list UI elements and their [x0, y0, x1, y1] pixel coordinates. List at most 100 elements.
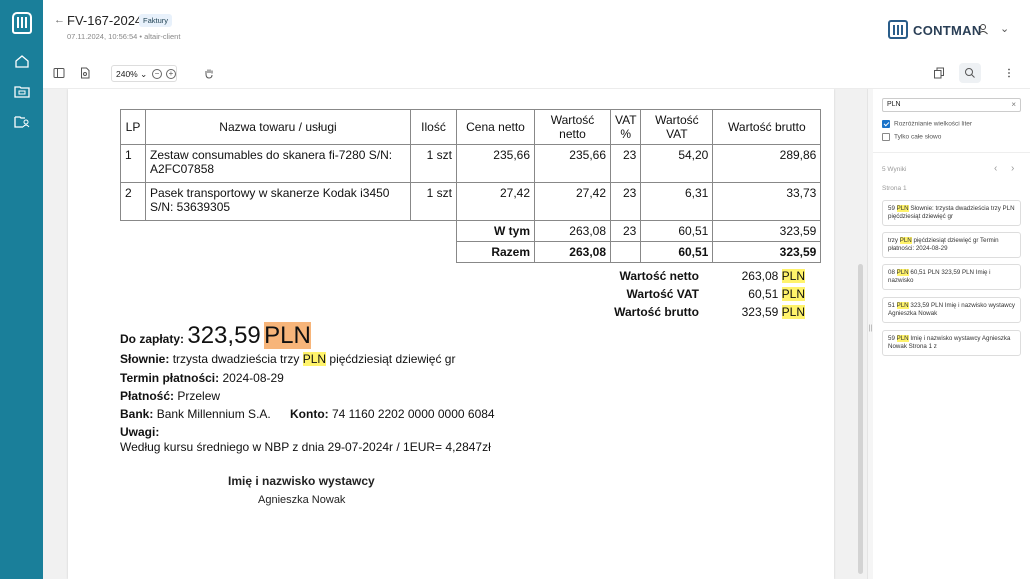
summary-label: Wartość brutto	[614, 305, 699, 319]
payment-method-line: Płatność: Przelew	[120, 389, 221, 403]
divider	[873, 152, 1030, 153]
more-options-icon[interactable]	[1003, 67, 1015, 79]
cell-price: 27,42	[456, 182, 535, 221]
search-panel: PLN × Rozróżnianie wielkości liter Tylko…	[873, 89, 1030, 579]
cell-qty: 1 szt	[410, 144, 457, 183]
app-rail	[0, 0, 43, 579]
copy-icon[interactable]	[933, 67, 945, 79]
viewer-scrollbar[interactable]	[858, 264, 863, 574]
document-page: LP Nazwa towaru / usługi Ilość Cena nett…	[68, 89, 834, 579]
cell-vat: 54,20	[640, 144, 714, 183]
summary-label: Wartość VAT	[626, 287, 699, 301]
app-logo-icon[interactable]	[12, 12, 32, 34]
search-result-item[interactable]: 59 PLN Słownie: trzysta dwadzieścia trzy…	[882, 200, 1021, 226]
col-header: Wartość netto	[534, 109, 611, 145]
case-sensitive-checkbox[interactable]: Rozróżnianie wielkości liter	[882, 120, 972, 128]
summary-label: Wartość netto	[619, 269, 699, 283]
hand-tool-icon[interactable]	[203, 67, 215, 79]
summary-vat-value: 60,51 PLN	[748, 287, 805, 301]
invoice-items-table: LP Nazwa towaru / usługi Ilość Cena nett…	[120, 109, 822, 263]
search-result-item[interactable]: trzy PLN pięćdziesiąt dziewięć gr Termin…	[882, 232, 1021, 258]
razem-row: Razem 263,08 60,51 323,59	[121, 241, 822, 263]
table-header-row: LP Nazwa towaru / usługi Ilość Cena nett…	[120, 109, 822, 145]
col-header: VAT %	[609, 109, 642, 145]
cell-net: 235,66	[534, 144, 611, 183]
razem-label: Razem	[456, 241, 535, 263]
wtym-label: W tym	[456, 220, 535, 242]
zoom-out-icon[interactable]: −	[152, 69, 162, 79]
document-icon[interactable]	[79, 67, 91, 79]
result-count: 5 Wyniki	[882, 166, 907, 173]
slownie-line: Słownie: trzysta dwadzieścia trzy PLN pi…	[120, 352, 456, 366]
signature-name: Agnieszka Nowak	[258, 494, 346, 506]
document-subtitle: 07.11.2024, 10:56:54 • altair-client	[67, 32, 181, 41]
summary-gross-value: 323,59 PLN	[741, 305, 805, 319]
cell-vat-pct: 23	[609, 182, 642, 221]
cell-lp: 2	[120, 182, 146, 221]
search-icon	[965, 68, 975, 78]
cell-lp: 1	[120, 144, 146, 183]
sidebar-toggle-icon[interactable]	[53, 67, 65, 79]
notes-label: Uwagi:	[120, 425, 160, 439]
search-input[interactable]: PLN ×	[882, 98, 1021, 112]
razem-vat: 60,51	[640, 241, 714, 263]
cell-gross: 289,86	[712, 144, 822, 183]
col-header: Wartość VAT	[640, 109, 714, 145]
table-row: 2 Pasek transportowy w skanerze Kodak i3…	[120, 182, 822, 221]
table-row: 1 Zestaw consumables do skanera fi-7280 …	[120, 144, 822, 183]
search-query: PLN	[887, 101, 901, 108]
next-result-icon[interactable]: ›	[1011, 163, 1014, 174]
account-line: Konto: 74 1160 2202 0000 0000 6084	[290, 407, 495, 421]
zoom-value: 240% ⌄	[116, 69, 148, 79]
document-title: FV-167-2024	[67, 13, 143, 28]
payment-term-line: Termin płatności: 2024-08-29	[120, 371, 284, 385]
prev-result-icon[interactable]: ‹	[994, 163, 997, 174]
result-page-label: Strona 1	[882, 185, 907, 192]
whole-word-checkbox[interactable]: Tylko całe słowo	[882, 133, 941, 141]
amount-due: Do zapłaty: 323,59 PLN	[120, 322, 311, 350]
wtym-vat: 60,51	[640, 220, 714, 242]
document-viewer[interactable]: LP Nazwa towaru / usługi Ilość Cena nett…	[43, 89, 867, 579]
col-header: Nazwa towaru / usługi	[145, 109, 411, 145]
signature-label: Imię i nazwisko wystawcy	[228, 474, 375, 488]
cell-qty: 1 szt	[410, 182, 457, 221]
search-result-item[interactable]: 08 PLN 60,51 PLN 323,59 PLN Imię i nazwi…	[882, 264, 1021, 290]
wtym-net: 263,08	[534, 220, 611, 242]
user-menu-chevron-icon[interactable]: ⌄	[1000, 22, 1009, 35]
amount-due-value: 323,59	[187, 322, 261, 349]
col-header: LP	[120, 109, 146, 145]
cell-net: 27,42	[534, 182, 611, 221]
search-result-item[interactable]: 59 PLN Imię i nazwisko wystawcy Agnieszk…	[882, 330, 1021, 356]
col-header: Wartość brutto	[712, 109, 822, 145]
checkbox-empty-icon	[882, 133, 890, 141]
wtym-vat-pct: 23	[609, 220, 642, 242]
back-arrow-icon[interactable]: ←	[54, 14, 65, 26]
cell-name: Zestaw consumables do skanera fi-7280 S/…	[145, 144, 411, 183]
folder-icon[interactable]	[14, 84, 30, 98]
col-header: Ilość	[410, 109, 457, 145]
amount-due-label: Do zapłaty:	[120, 332, 185, 346]
brand-name: CONTMAN	[913, 23, 982, 38]
clear-search-icon[interactable]: ×	[1011, 100, 1016, 109]
viewer-toolbar: 240% ⌄ − +	[43, 58, 1030, 89]
brand-logo-icon	[888, 20, 908, 39]
razem-gross: 323,59	[712, 241, 822, 263]
folder-user-icon[interactable]	[14, 114, 30, 128]
bank-line: Bank: Bank Millennium S.A.	[120, 407, 271, 421]
wtym-gross: 323,59	[712, 220, 822, 242]
summary-net-value: 263,08 PLN	[741, 269, 805, 283]
col-header: Cena netto	[456, 109, 535, 145]
cell-vat-pct: 23	[609, 144, 642, 183]
zoom-select[interactable]: 240% ⌄ − +	[111, 65, 177, 82]
wtym-row: W tym 263,08 23 60,51 323,59	[120, 220, 822, 242]
cell-name: Pasek transportowy w skanerze Kodak i345…	[145, 182, 411, 221]
category-badge: Faktury	[139, 14, 173, 27]
search-toggle-button[interactable]	[959, 63, 981, 83]
home-icon[interactable]	[14, 54, 30, 68]
zoom-in-icon[interactable]: +	[166, 69, 176, 79]
header: ← FV-167-2024 Faktury 07.11.2024, 10:56:…	[43, 0, 1030, 58]
checkbox-checked-icon	[882, 120, 890, 128]
user-icon[interactable]	[977, 23, 989, 35]
cell-gross: 33,73	[712, 182, 822, 221]
search-result-item[interactable]: 51 PLN 323,59 PLN Imię i nazwisko wystaw…	[882, 297, 1021, 323]
